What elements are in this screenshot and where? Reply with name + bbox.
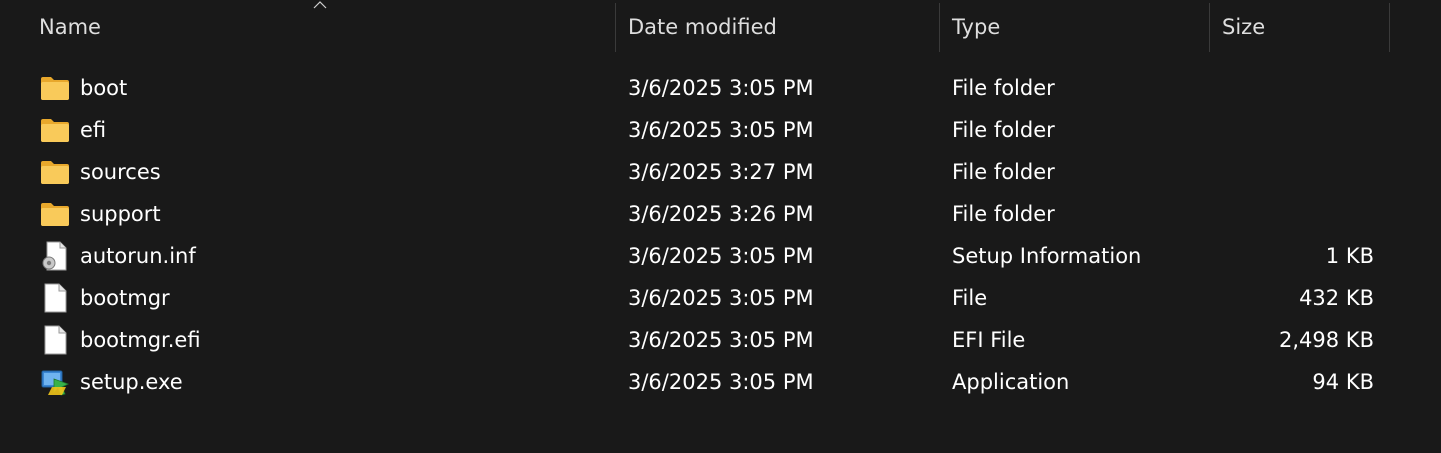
column-header-type-label: Type <box>952 15 1001 39</box>
column-header-date[interactable]: Date modified <box>616 0 939 54</box>
file-date: 3/6/2025 3:27 PM <box>628 160 814 184</box>
file-type: File folder <box>952 202 1055 226</box>
file-name: boot <box>80 76 128 100</box>
file-date: 3/6/2025 3:05 PM <box>628 118 814 142</box>
file-row-boot[interactable]: boot 3/6/2025 3:05 PM File folder <box>0 67 1441 109</box>
setup-info-file-icon <box>40 241 70 271</box>
file-size: 432 KB <box>1299 286 1374 310</box>
column-header-size[interactable]: Size <box>1210 0 1389 54</box>
file-name: setup.exe <box>80 370 183 394</box>
file-type: File folder <box>952 160 1055 184</box>
file-date: 3/6/2025 3:05 PM <box>628 370 814 394</box>
file-row-sources[interactable]: sources 3/6/2025 3:27 PM File folder <box>0 151 1441 193</box>
file-row-bootmgr[interactable]: bootmgr 3/6/2025 3:05 PM File 432 KB <box>0 277 1441 319</box>
file-date: 3/6/2025 3:05 PM <box>628 328 814 352</box>
file-row-support[interactable]: support 3/6/2025 3:26 PM File folder <box>0 193 1441 235</box>
file-date: 3/6/2025 3:05 PM <box>628 76 814 100</box>
file-type: File <box>952 286 988 310</box>
file-icon <box>40 283 70 313</box>
column-header-name-label: Name <box>39 15 101 39</box>
file-name: sources <box>80 160 161 184</box>
file-name: support <box>80 202 161 226</box>
setup-exe-icon <box>40 367 70 397</box>
folder-icon <box>40 199 70 229</box>
column-header-size-label: Size <box>1222 15 1266 39</box>
file-type: EFI File <box>952 328 1026 352</box>
file-date: 3/6/2025 3:05 PM <box>628 244 814 268</box>
file-date: 3/6/2025 3:05 PM <box>628 286 814 310</box>
file-row-efi[interactable]: efi 3/6/2025 3:05 PM File folder <box>0 109 1441 151</box>
column-header-date-label: Date modified <box>628 15 777 39</box>
file-size: 94 KB <box>1312 370 1374 394</box>
column-header-bar: Name Date modified Type Size <box>0 0 1441 54</box>
file-type: File folder <box>952 76 1055 100</box>
file-row-setup-exe[interactable]: setup.exe 3/6/2025 3:05 PM Application 9… <box>0 361 1441 403</box>
folder-icon <box>40 157 70 187</box>
file-name: efi <box>80 118 107 142</box>
column-divider[interactable] <box>1389 3 1390 52</box>
file-name: autorun.inf <box>80 244 196 268</box>
folder-icon <box>40 115 70 145</box>
file-name: bootmgr.efi <box>80 328 201 352</box>
file-size: 1 KB <box>1325 244 1374 268</box>
file-row-bootmgr-efi[interactable]: bootmgr.efi 3/6/2025 3:05 PM EFI File 2,… <box>0 319 1441 361</box>
file-list: boot 3/6/2025 3:05 PM File folder efi 3/… <box>0 67 1441 403</box>
column-header-type[interactable]: Type <box>940 0 1209 54</box>
file-name: bootmgr <box>80 286 170 310</box>
file-explorer-details-view: Name Date modified Type Size boot 3/6/20… <box>0 0 1441 453</box>
file-icon <box>40 325 70 355</box>
file-size: 2,498 KB <box>1279 328 1374 352</box>
file-date: 3/6/2025 3:26 PM <box>628 202 814 226</box>
folder-icon <box>40 73 70 103</box>
file-type: Application <box>952 370 1070 394</box>
file-type: Setup Information <box>952 244 1142 268</box>
column-header-name[interactable]: Name <box>0 0 615 54</box>
file-row-autorun-inf[interactable]: autorun.inf 3/6/2025 3:05 PM Setup Infor… <box>0 235 1441 277</box>
file-type: File folder <box>952 118 1055 142</box>
